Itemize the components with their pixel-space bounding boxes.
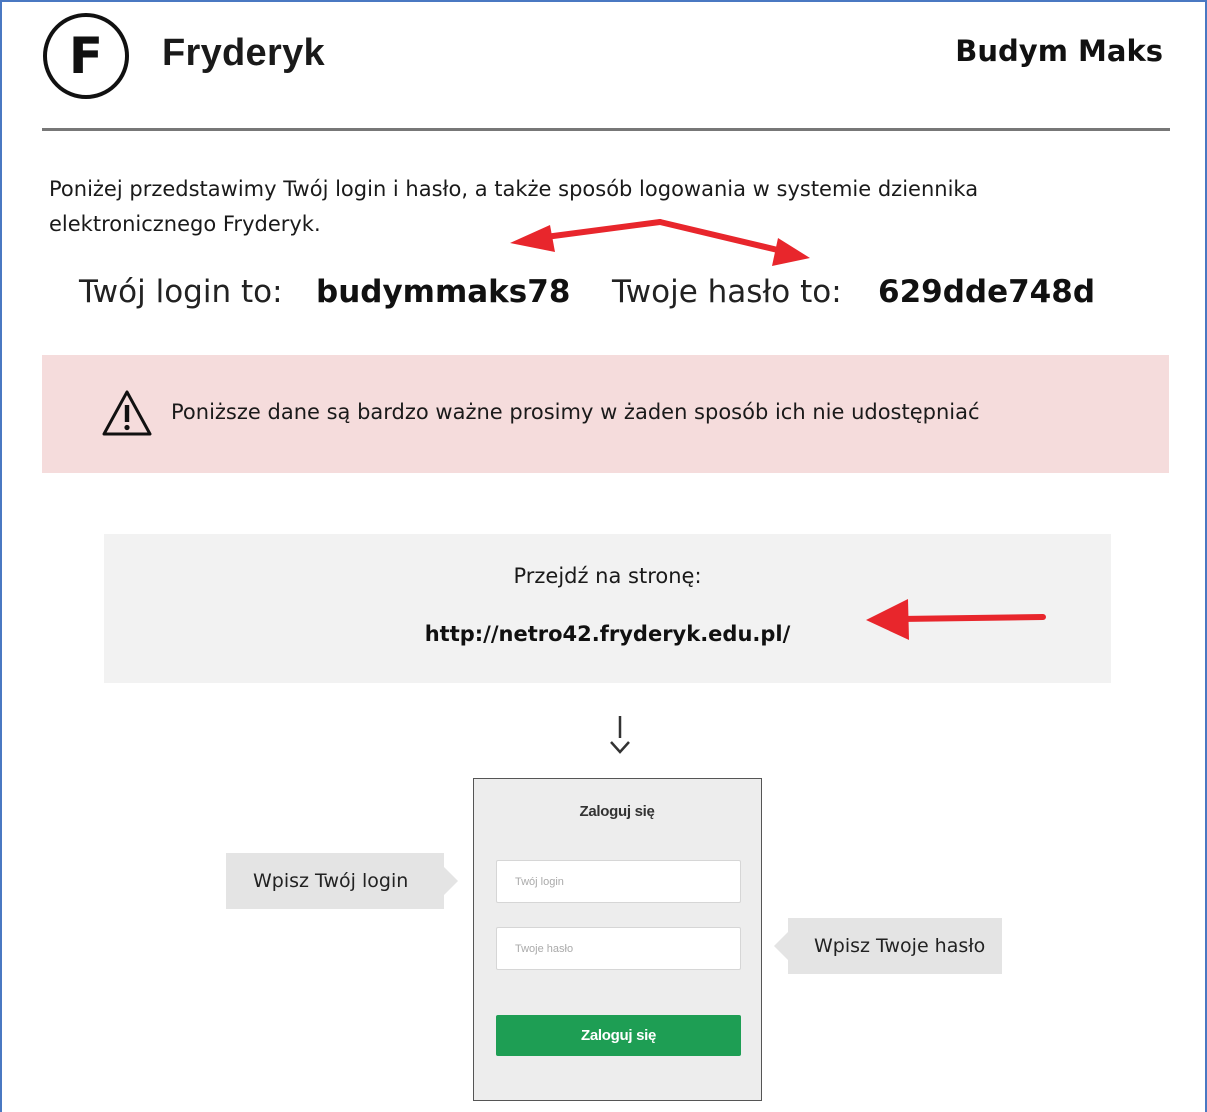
login-input[interactable] (496, 860, 741, 903)
login-form-title: Zaloguj się (579, 803, 655, 820)
warning-triangle-icon (102, 390, 152, 436)
portal-url-link[interactable]: http://netro42.fryderyk.edu.pl/ (104, 622, 1111, 646)
fryderyk-logo: F (43, 13, 129, 99)
password-value: 629dde748d (878, 274, 1096, 310)
logo-letter: F (68, 27, 104, 85)
password-hint-text: Wpisz Twoje hasło (814, 935, 986, 957)
warning-banner: Poniższe dane są bardzo ważne prosimy w … (42, 355, 1169, 473)
brand-name: Fryderyk (162, 32, 325, 74)
login-value: budymmaks78 (316, 274, 571, 310)
login-submit-button[interactable]: Zaloguj się (496, 1015, 741, 1056)
password-hint-callout: Wpisz Twoje hasło (774, 918, 1002, 974)
goto-panel: Przejdź na stronę: http://netro42.fryder… (104, 534, 1111, 683)
login-form-mockup: Zaloguj się Zaloguj się (473, 778, 762, 1101)
down-arrow-icon (610, 716, 630, 754)
header-divider (42, 128, 1170, 131)
warning-text: Poniższe dane są bardzo ważne prosimy w … (171, 400, 980, 424)
goto-label: Przejdź na stronę: (513, 564, 702, 588)
password-label: Twoje hasło to: (612, 274, 842, 310)
login-hint-text: Wpisz Twój login (253, 870, 409, 892)
login-label: Twój login to: (79, 274, 283, 310)
intro-text: Poniżej przedstawimy Twój login i hasło,… (49, 177, 979, 236)
login-hint-callout: Wpisz Twój login (226, 853, 458, 909)
password-input[interactable] (496, 927, 741, 970)
user-name: Budym Maks (955, 34, 1163, 68)
